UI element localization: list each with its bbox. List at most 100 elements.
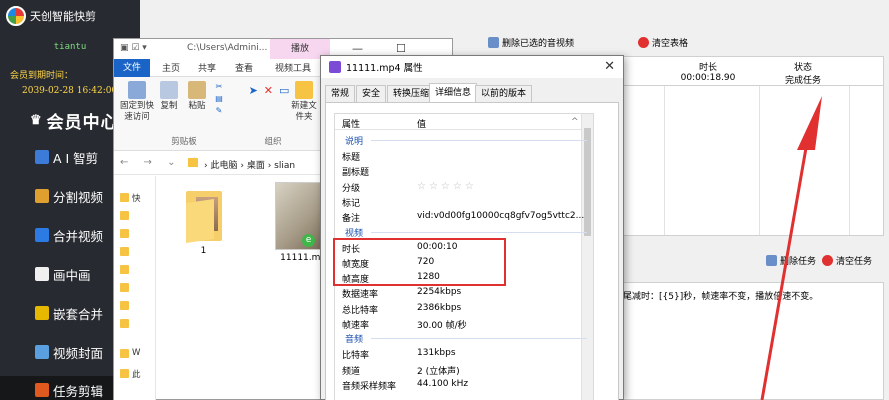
property-value: 30.00 帧/秒: [417, 321, 467, 331]
clear-table-button[interactable]: 清空表格: [638, 36, 688, 49]
tab-file[interactable]: 文件: [114, 59, 150, 77]
property-row[interactable]: 频道 2 (立体声): [335, 362, 593, 377]
sidebar-item-label: 分割视频: [53, 189, 104, 205]
vip-center-label: 会员中心: [46, 113, 119, 133]
property-name: 数据速率: [342, 290, 379, 301]
property-name: 帧速率: [342, 321, 370, 331]
tab-details[interactable]: 详细信息: [429, 83, 478, 102]
paste-icon: [188, 81, 206, 99]
member-expire-label: 会员到期时间：: [10, 71, 74, 81]
paste-label: 粘贴: [188, 101, 206, 111]
sidebar-item-label: 画中画: [53, 267, 91, 283]
new-folder-button[interactable]: 新建文件夹: [290, 81, 318, 123]
tab-previous-versions[interactable]: 以前的版本: [475, 85, 533, 102]
breadcrumb-desktop[interactable]: 桌面: [247, 161, 265, 171]
property-value: 2 (立体声): [417, 366, 460, 377]
property-row[interactable]: 备注 vid:v0d00fg10000cq8gfv7og5vttc2...: [335, 209, 593, 224]
maximize-icon[interactable]: ☐: [396, 42, 406, 55]
app-logo-icon: [6, 6, 26, 26]
tab-general[interactable]: 常规: [325, 85, 356, 102]
vip-center-button[interactable]: ♛ 会员中心: [30, 108, 119, 133]
log-line: 尾减时：[{5}]秒，帧速率不变，播放倍速不变。: [623, 292, 819, 302]
property-name: 标题: [342, 153, 361, 163]
paste-button[interactable]: 粘贴: [186, 81, 208, 112]
property-row[interactable]: 副标题: [335, 163, 593, 178]
picture-in-picture-icon: [35, 267, 49, 281]
delete-task-button[interactable]: 删除任务: [766, 254, 816, 267]
pin-quick-access-button[interactable]: 固定到快速访问: [118, 81, 156, 123]
dialog-title: 11111.mp4 属性: [346, 63, 423, 74]
breadcrumb-this-pc[interactable]: 此电脑: [210, 161, 237, 171]
merge-video-icon: [35, 228, 49, 242]
section-description: 说明: [335, 133, 593, 147]
nav-quick-access[interactable]: 快: [120, 192, 141, 204]
property-name: 标记: [342, 198, 361, 209]
edge-badge-icon: e: [302, 234, 315, 247]
video-file-icon: [329, 61, 341, 73]
delete-selected-button[interactable]: 删除已选的音视频: [488, 36, 574, 49]
organize-group-label: 组织: [264, 137, 282, 147]
sidebar-item-label: 嵌套合并: [53, 306, 104, 322]
cut-button[interactable]: ✂ ▤ ✎: [210, 81, 228, 117]
explorer-path: C:\Users\Admini...: [187, 43, 268, 53]
ai-cut-icon: [35, 150, 49, 164]
tab-share[interactable]: 共享: [198, 61, 216, 74]
pin-label: 固定到快速访问: [119, 101, 154, 122]
breadcrumb[interactable]: › 此电脑 › 桌面 › slian: [204, 158, 295, 171]
property-value: 44.100 kHz: [417, 378, 469, 389]
property-row[interactable]: 比特率 131kbps: [335, 346, 593, 361]
sidebar-item-label: 合并视频: [53, 228, 104, 244]
tab-video-tools[interactable]: 视频工具: [275, 61, 311, 74]
tab-security[interactable]: 安全: [356, 85, 387, 102]
explorer-navigation-pane[interactable]: 快 W 此: [114, 176, 156, 400]
col-value: 值: [417, 120, 427, 130]
folder-icon: [182, 187, 226, 243]
property-row[interactable]: 帧速率 30.00 帧/秒: [335, 316, 593, 331]
clear-task-button[interactable]: 清空任务: [822, 254, 872, 267]
clear-icon: [638, 37, 649, 48]
sidebar-item-label: 任务剪辑: [53, 383, 104, 399]
breadcrumb-slian[interactable]: slian: [274, 161, 295, 171]
tab-view[interactable]: 查看: [235, 61, 253, 74]
close-icon[interactable]: ✕: [604, 59, 615, 74]
nav-wps[interactable]: W: [119, 348, 140, 358]
section-label: 说明: [345, 137, 364, 147]
task-toolbar: 删除任务 清空任务: [622, 240, 889, 280]
clear-task-label: 清空任务: [836, 257, 873, 267]
property-row[interactable]: 总比特率 2386kbps: [335, 301, 593, 316]
nest-merge-icon: [35, 306, 49, 320]
delete-list-icon: [488, 37, 499, 48]
clear-task-icon: [822, 255, 833, 266]
screen: 天创智能快剪 tiantu 会员到期时间： 2039-02-28 16:42:0…: [0, 0, 889, 400]
property-row[interactable]: 分级 ☆☆☆☆☆: [335, 179, 593, 194]
highlight-box: [333, 238, 506, 286]
property-value: 2386kbps: [417, 302, 462, 313]
property-row[interactable]: 音频采样频率 44.100 kHz: [335, 377, 593, 392]
property-row[interactable]: 数据速率 2254kbps: [335, 285, 593, 300]
member-expire-value: 2039-02-28 16:42:00: [22, 86, 118, 96]
property-name: 分级: [342, 183, 361, 194]
file-toolbar: 删除已选的音视频 清空表格: [450, 32, 889, 54]
property-name: 音频采样频率: [342, 381, 397, 392]
col-property: 属性: [342, 120, 361, 130]
property-row[interactable]: 标题: [335, 148, 593, 163]
folder-item[interactable]: 1: [176, 187, 231, 256]
properties-dialog: 11111.mp4 属性 ✕ 常规 安全 转换压缩 详细信息 以前的版本 属性 …: [320, 55, 624, 400]
new-folder-icon: [295, 81, 313, 99]
nav-this-pc[interactable]: 此: [120, 368, 141, 380]
rating-stars: ☆☆☆☆☆: [417, 180, 477, 192]
copy-label: 复制: [160, 101, 178, 111]
tab-home[interactable]: 主页: [162, 61, 180, 74]
delete-task-icon: [766, 255, 777, 266]
file-table-body[interactable]: [622, 86, 884, 236]
property-name: 备注: [342, 214, 361, 225]
section-label: 音频: [345, 335, 364, 346]
property-row[interactable]: 标记: [335, 194, 593, 209]
delete-task-label: 删除任务: [780, 257, 817, 267]
section-label: 视频: [345, 228, 364, 239]
property-name: 总比特率: [342, 305, 379, 316]
copy-icon: [160, 81, 178, 99]
minimize-icon[interactable]: —: [352, 42, 363, 55]
tab-convert-compress[interactable]: 转换压缩: [387, 85, 436, 102]
copy-button[interactable]: 复制: [158, 81, 180, 112]
